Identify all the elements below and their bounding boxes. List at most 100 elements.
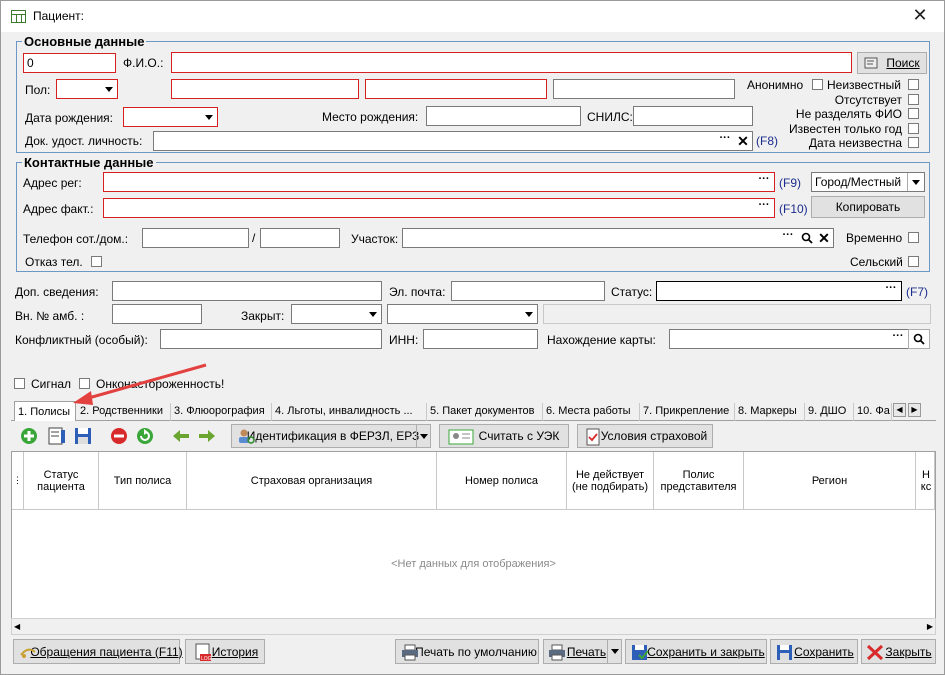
history-button[interactable]: LOG История (185, 639, 265, 664)
delete-icon[interactable] (109, 426, 129, 446)
only-year-checkbox[interactable] (908, 123, 919, 134)
card-location-input[interactable]: ··· (669, 329, 909, 349)
first-name-input[interactable] (365, 79, 547, 99)
patient-id-field[interactable]: 0 (23, 53, 116, 73)
tab-markers[interactable]: 8. Маркеры (735, 403, 805, 421)
city-combo[interactable]: Город/Местный (811, 172, 925, 192)
arrow-left-icon[interactable] (171, 426, 191, 446)
temporary-checkbox[interactable] (908, 232, 919, 243)
inn-input[interactable] (423, 329, 538, 349)
col-policy-type[interactable]: Тип полиса (99, 452, 187, 510)
col-region[interactable]: Регион (744, 452, 916, 510)
search-button[interactable]: Поиск (857, 52, 927, 74)
ellipsis-icon[interactable]: ··· (755, 200, 773, 216)
save-button[interactable]: Сохранить (770, 639, 858, 664)
grid-horizontal-scrollbar[interactable]: ◀ ▶ (11, 618, 936, 635)
chevron-down-icon (520, 305, 537, 323)
conflict-label: Конфликтный (особый): (15, 333, 148, 347)
ellipsis-icon[interactable]: ··· (779, 230, 797, 246)
extra-info-input[interactable] (112, 281, 382, 301)
close-window-button[interactable]: ✕ (910, 5, 930, 26)
basic-data-title: Основные данные (22, 34, 147, 49)
refuse-phone-checkbox[interactable] (91, 256, 102, 267)
col-more[interactable]: Н кс (916, 452, 935, 510)
chevron-down-icon[interactable] (607, 640, 621, 663)
tab-benefits[interactable]: 4. Льготы, инвалидность ... (272, 403, 427, 421)
tab-documents[interactable]: 5. Пакет документов (427, 403, 543, 421)
sex-combo[interactable] (56, 79, 118, 99)
tab-workplaces[interactable]: 6. Места работы (543, 403, 640, 421)
col-insurer[interactable]: Страховая организация (187, 452, 437, 510)
anonymous-checkbox[interactable] (812, 79, 823, 90)
anonymous-label: Анонимно (747, 78, 804, 92)
add-icon[interactable] (19, 426, 39, 446)
mobile-phone-input[interactable] (142, 228, 249, 248)
identify-button[interactable]: Идентификация в ФЕРЗЛ, ЕРЗ (231, 424, 431, 448)
tab-scroll-right-icon[interactable]: ▶ (908, 403, 921, 417)
amb-number-input[interactable] (112, 304, 202, 324)
tab-dsho[interactable]: 9. ДШО (805, 403, 854, 421)
ellipsis-icon[interactable]: ··· (755, 174, 773, 190)
scroll-left-icon[interactable]: ◀ (14, 622, 20, 631)
arrow-right-icon[interactable] (197, 426, 217, 446)
email-input[interactable] (451, 281, 605, 301)
clear-icon[interactable]: ✕ (816, 229, 832, 247)
dob-combo[interactable] (123, 107, 218, 127)
closed-combo[interactable] (291, 304, 382, 324)
svg-text:LOG: LOG (201, 656, 212, 662)
home-phone-input[interactable] (260, 228, 340, 248)
middle-name-input[interactable] (553, 79, 735, 99)
pob-input[interactable] (426, 106, 581, 126)
scroll-right-icon[interactable]: ▶ (927, 622, 933, 631)
col-patient-status[interactable]: Статус пациента (24, 452, 99, 510)
edit-icon[interactable] (47, 426, 67, 446)
patient-visits-button[interactable]: Обращения пациента (F11) (13, 639, 183, 664)
snils-input[interactable] (633, 106, 753, 126)
area-input[interactable]: ··· ✕ (402, 228, 834, 248)
tab-scroll-left-icon[interactable]: ◀ (893, 403, 906, 417)
print-default-button[interactable]: Печать по умолчанию (395, 639, 539, 664)
signal-checkbox[interactable] (14, 378, 25, 389)
read-uek-button[interactable]: Считать с УЭК (439, 424, 569, 448)
ellipsis-icon[interactable]: ··· (882, 283, 900, 299)
conflict-input[interactable] (160, 329, 382, 349)
insurer-terms-button[interactable]: Условия страховой (577, 424, 713, 448)
tab-attachment[interactable]: 7. Прикрепление (640, 403, 735, 421)
chevron-down-icon[interactable] (416, 425, 430, 447)
absent-label: Отсутствует (834, 93, 902, 107)
chevron-down-icon (364, 305, 381, 323)
printer-icon (402, 644, 418, 661)
status-input[interactable]: ··· (656, 281, 902, 301)
copy-button[interactable]: Копировать (811, 196, 925, 218)
addr-fact-input[interactable]: ··· (103, 198, 775, 218)
date-unknown-checkbox[interactable] (908, 137, 919, 148)
refresh-icon[interactable] (135, 426, 155, 446)
search-icon[interactable] (801, 232, 813, 244)
col-representative-policy[interactable]: Полис представителя (654, 452, 744, 510)
no-split-checkbox[interactable] (908, 108, 919, 119)
close-button[interactable]: Закрыть (861, 639, 936, 664)
dob-label: Дата рождения: (25, 111, 113, 125)
col-inactive[interactable]: Не действует (не подбирать) (567, 452, 654, 510)
closed-reason-combo[interactable] (387, 304, 538, 324)
save-icon[interactable] (73, 426, 93, 446)
save-and-close-button[interactable]: Сохранить и закрыть (625, 639, 767, 664)
doc-label: Док. удост. личность: (25, 134, 143, 148)
pob-label: Место рождения: (322, 110, 419, 124)
print-button[interactable]: Печать (543, 639, 622, 664)
col-policy-number[interactable]: Номер полиса (437, 452, 567, 510)
tab-more[interactable]: 10. Фа (854, 403, 892, 421)
clear-icon[interactable]: ✕ (735, 132, 751, 150)
ellipsis-icon[interactable]: ··· (889, 331, 907, 347)
rural-checkbox[interactable] (908, 256, 919, 267)
search-card-icon (864, 57, 878, 69)
ellipsis-icon[interactable]: ··· (716, 133, 734, 149)
last-name-input[interactable] (171, 79, 359, 99)
grid-column-chooser-icon[interactable]: ⋮ (12, 452, 24, 510)
unknown-checkbox[interactable] (908, 79, 919, 90)
absent-checkbox[interactable] (908, 94, 919, 105)
addr-reg-input[interactable]: ··· (103, 172, 775, 192)
fio-input[interactable] (171, 52, 852, 73)
doc-input[interactable]: ··· ✕ (153, 131, 753, 151)
card-search-button[interactable] (908, 329, 930, 349)
